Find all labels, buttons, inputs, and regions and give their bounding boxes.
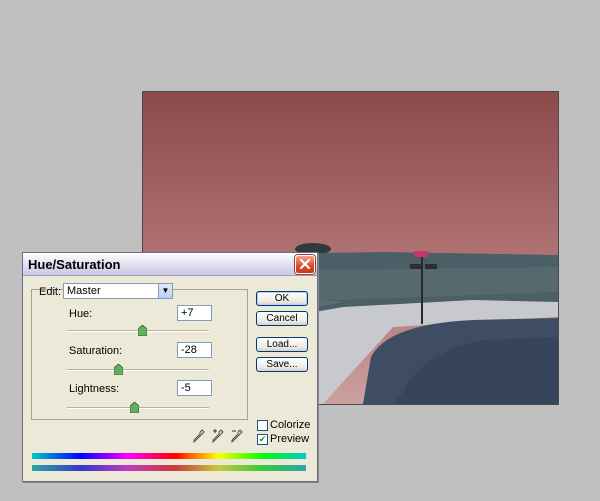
input-spectrum-bar [32,453,306,459]
eyedropper-minus-icon[interactable] [231,429,243,443]
colorize-label: Colorize [270,419,311,431]
lightness-value-field[interactable]: -5 [177,380,212,396]
edit-label: Edit: [39,286,62,298]
close-button[interactable] [295,255,315,274]
dialog-titlebar[interactable]: Hue/Saturation [23,253,317,276]
cancel-button[interactable]: Cancel [256,311,308,326]
preview-checkbox[interactable]: ✔ [257,434,268,445]
eyedropper-plus-icon[interactable] [212,429,224,443]
hue-saturation-dialog: Hue/Saturation Edit: Master ▼ Hue: +7 Sa… [22,252,318,482]
edit-select-value: Master [67,285,101,297]
chevron-down-icon[interactable]: ▼ [158,284,172,298]
ok-button[interactable]: OK [256,291,308,306]
saturation-slider-thumb[interactable] [114,364,123,375]
eyedropper-icon[interactable] [193,429,205,443]
close-icon [299,258,311,270]
saturation-slider-track[interactable] [67,369,209,371]
output-spectrum-bar [32,465,306,471]
hue-label: Hue: [69,308,93,320]
lightness-slider-thumb[interactable] [130,402,139,413]
hue-slider-thumb[interactable] [138,325,147,336]
lightness-label: Lightness: [69,383,120,395]
saturation-value-field[interactable]: -28 [177,342,212,358]
save-button[interactable]: Save... [256,357,308,372]
edit-select[interactable]: Master ▼ [63,283,173,299]
colorize-checkbox[interactable] [257,420,268,431]
load-button[interactable]: Load... [256,337,308,352]
hue-value-field[interactable]: +7 [177,305,212,321]
adjustment-group [31,289,248,420]
preview-label: Preview [270,433,310,445]
saturation-label: Saturation: [69,345,123,357]
dialog-title: Hue/Saturation [28,257,121,272]
